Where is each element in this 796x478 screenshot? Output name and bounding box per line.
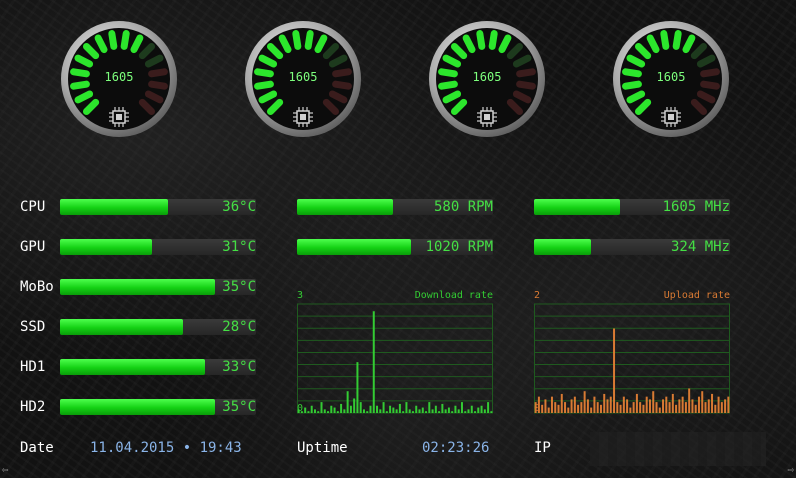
graph-max-label: 3 <box>297 290 304 301</box>
gauge-1: 1605 <box>60 20 178 138</box>
temp-label: HD1 <box>20 359 46 375</box>
temp-label: MoBo <box>20 279 54 295</box>
gauge-segment <box>332 80 352 90</box>
gauge-segment <box>516 80 536 90</box>
gauge-value: 1605 <box>288 70 318 84</box>
gauge-segment <box>476 30 486 50</box>
gauge-segment <box>438 80 458 90</box>
temp-value: 28°C <box>222 319 256 335</box>
temp-label: SSD <box>20 319 46 335</box>
prev-page-icon[interactable]: ⇦ <box>2 463 9 476</box>
gauge-segment <box>70 80 90 90</box>
temp-value: 35°C <box>222 279 256 295</box>
temp-value: 31°C <box>222 239 256 255</box>
gauge-segment <box>672 30 682 50</box>
graph-min-label: 0 <box>534 403 541 414</box>
fan-value: 1020 RPM <box>425 239 493 255</box>
next-page-icon[interactable]: ⇨ <box>787 463 794 476</box>
gauge-2: 1605 <box>244 20 362 138</box>
gauge-segment <box>304 30 314 50</box>
download-graph-plot <box>297 303 493 414</box>
temp-label: GPU <box>20 239 46 255</box>
gauge-segment <box>700 80 720 90</box>
gauge-3: 1605 <box>428 20 546 138</box>
graph-title: Download rate <box>414 290 493 301</box>
date-label: Date <box>20 440 54 456</box>
gauge-value: 1605 <box>656 70 686 84</box>
fan-value: 580 RPM <box>433 199 493 215</box>
gauge-value: 1605 <box>472 70 502 84</box>
graph-max-label: 2 <box>534 290 541 301</box>
clock-bar-fill <box>534 199 621 215</box>
gauge-4: 1605 <box>612 20 730 138</box>
upload-graph-plot <box>534 303 730 414</box>
cpu-chip-icon <box>293 107 313 127</box>
temp-bar-fill <box>60 239 153 255</box>
temp-bar-fill <box>60 319 184 335</box>
temp-label: HD2 <box>20 399 46 415</box>
upload-graph: 2 Upload rate 0 <box>534 290 730 414</box>
uptime-value: 02:23:26 <box>422 440 490 456</box>
download-graph: 3 Download rate 0 <box>297 290 493 414</box>
clock-value: 1605 MHz <box>662 199 730 215</box>
cpu-chip-icon <box>661 107 681 127</box>
gauge-segment <box>254 80 274 90</box>
temp-bar-fill <box>60 199 168 215</box>
gauge-segment <box>292 30 302 50</box>
temp-value: 33°C <box>222 359 256 375</box>
clock-value: 324 MHz <box>670 239 730 255</box>
temp-label: CPU <box>20 199 46 215</box>
temp-value: 35°C <box>222 399 256 415</box>
gauge-segment <box>120 30 130 50</box>
clock-bar-fill <box>534 239 591 255</box>
fan-bar-fill <box>297 199 394 215</box>
cpu-chip-icon <box>109 107 129 127</box>
gauge-segment <box>108 30 118 50</box>
graph-title: Upload rate <box>663 290 730 301</box>
uptime-label: Uptime <box>297 440 348 456</box>
temp-value: 36°C <box>222 199 256 215</box>
ip-value-redacted <box>590 432 766 466</box>
cpu-chip-icon <box>477 107 497 127</box>
gauge-segment <box>622 80 642 90</box>
gauge-segment <box>148 80 168 90</box>
graph-min-label: 0 <box>297 403 304 414</box>
ip-label: IP <box>534 440 551 456</box>
date-value: 11.04.2015 • 19:43 <box>90 440 242 456</box>
gauge-segment <box>660 30 670 50</box>
gauge-segment <box>488 30 498 50</box>
gauge-value: 1605 <box>104 70 134 84</box>
